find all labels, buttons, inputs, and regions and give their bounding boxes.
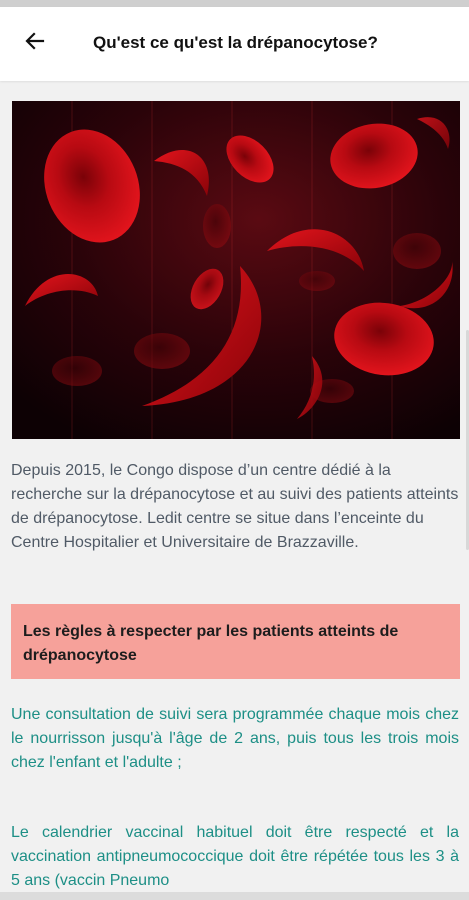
rule-item: Le calendrier vaccinal habituel doit êtr… bbox=[11, 824, 459, 889]
bottom-edge bbox=[0, 892, 469, 900]
back-button[interactable] bbox=[14, 22, 56, 64]
rules-heading: Les règles à respecter par les patients … bbox=[23, 623, 399, 664]
sickle-cell-illustration bbox=[12, 101, 460, 439]
arrow-left-icon bbox=[23, 29, 47, 58]
status-bar bbox=[0, 0, 469, 7]
rules-banner: Les règles à respecter par les patients … bbox=[11, 604, 460, 679]
intro-paragraph: Depuis 2015, le Congo dispose d’un centr… bbox=[11, 462, 459, 551]
rule-item: Une consultation de suivi sera programmé… bbox=[11, 706, 459, 771]
page-title: Qu'est ce qu'est la drépanocytose? bbox=[93, 33, 378, 52]
app-bar: Qu'est ce qu'est la drépanocytose? bbox=[0, 7, 469, 81]
content-scroll-area[interactable]: Depuis 2015, le Congo dispose d’un centr… bbox=[0, 81, 469, 900]
